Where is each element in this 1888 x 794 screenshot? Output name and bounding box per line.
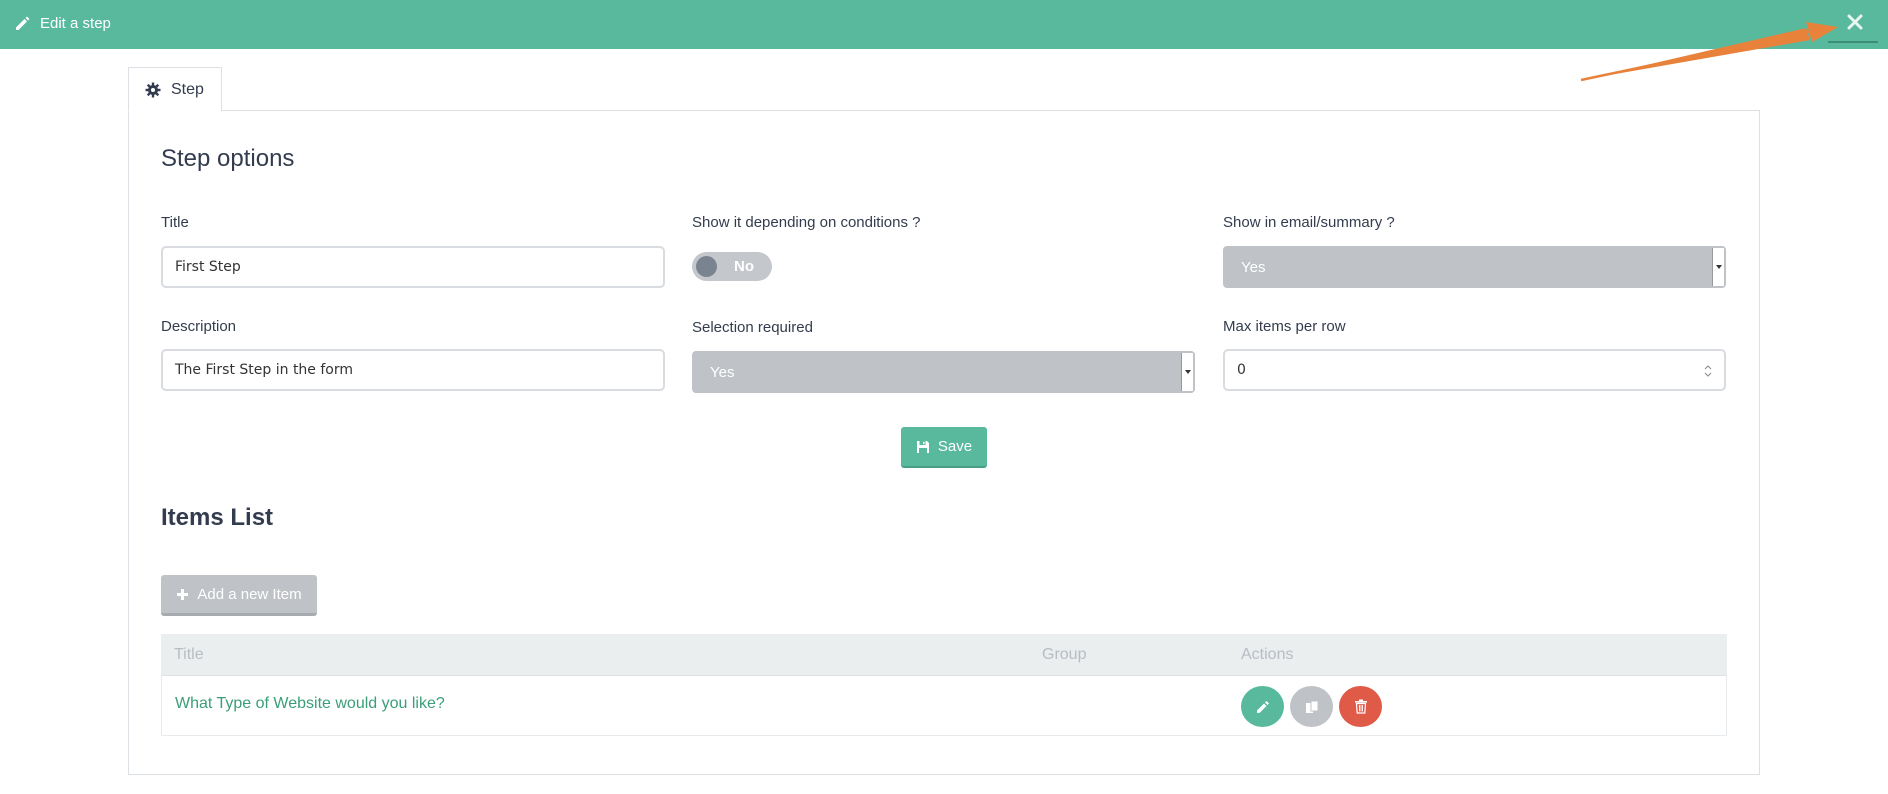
- column-header-title: Title: [174, 646, 204, 663]
- save-button-label: Save: [937, 438, 973, 455]
- items-list-heading: Items List: [161, 504, 274, 531]
- max-items-input[interactable]: 0: [1223, 349, 1726, 391]
- description-input-value: The First Step in the form: [175, 362, 354, 378]
- selection-required-value: Yes: [710, 363, 735, 381]
- table-header: Title Group Actions: [161, 634, 1727, 676]
- edit-item-button[interactable]: [1241, 686, 1284, 727]
- toggle-knob: [696, 256, 717, 277]
- step-options-heading: Step options: [161, 145, 295, 172]
- header-title: Edit a step: [40, 14, 111, 32]
- conditions-toggle-text: No: [734, 258, 754, 275]
- selection-required-label: Selection required: [692, 319, 813, 336]
- add-item-button[interactable]: Add a new Item: [161, 575, 317, 616]
- email-summary-select[interactable]: Yes: [1223, 246, 1726, 288]
- floppy-disk-icon: [916, 440, 929, 453]
- duplicate-item-button[interactable]: [1290, 686, 1333, 727]
- modal-header: Edit a step: [0, 0, 1888, 49]
- table-row: What Type of Website would you like?: [161, 676, 1727, 736]
- trash-icon: [1354, 699, 1367, 714]
- items-table: Title Group Actions What Type of Website…: [161, 634, 1727, 736]
- selection-required-select[interactable]: Yes: [692, 351, 1195, 393]
- max-items-label: Max items per row: [1223, 318, 1346, 335]
- pencil-icon: [16, 16, 30, 30]
- max-items-value: 0: [1237, 362, 1246, 378]
- header-title-wrap: Edit a step: [14, 14, 111, 32]
- add-item-label: Add a new Item: [197, 585, 302, 603]
- spinner-arrows-icon[interactable]: [1704, 364, 1712, 378]
- title-label: Title: [161, 214, 189, 231]
- description-label: Description: [161, 318, 237, 335]
- column-header-group: Group: [1042, 646, 1087, 663]
- column-header-actions: Actions: [1241, 646, 1294, 663]
- close-focus-indicator: [1828, 41, 1878, 43]
- chevron-down-icon: [1181, 353, 1193, 391]
- close-icon[interactable]: [1846, 13, 1864, 31]
- item-title-link[interactable]: What Type of Website would you like?: [175, 695, 445, 713]
- conditions-label: Show it depending on conditions ?: [692, 214, 921, 231]
- email-summary-value: Yes: [1241, 258, 1266, 276]
- title-input-value: First Step: [175, 259, 241, 275]
- delete-item-button[interactable]: [1339, 686, 1382, 727]
- copy-icon: [1305, 700, 1318, 713]
- pencil-icon: [1256, 700, 1269, 713]
- email-summary-label: Show in email/summary ?: [1223, 214, 1395, 231]
- save-button[interactable]: Save: [901, 427, 987, 468]
- title-input[interactable]: First Step: [161, 246, 665, 288]
- tab-step-label: Step: [171, 80, 204, 98]
- plus-icon: [177, 588, 189, 600]
- description-input[interactable]: The First Step in the form: [161, 349, 665, 391]
- chevron-down-icon: [1712, 248, 1724, 286]
- tab-step[interactable]: Step: [128, 67, 222, 112]
- conditions-toggle[interactable]: No: [692, 252, 772, 281]
- gear-icon: [145, 82, 161, 97]
